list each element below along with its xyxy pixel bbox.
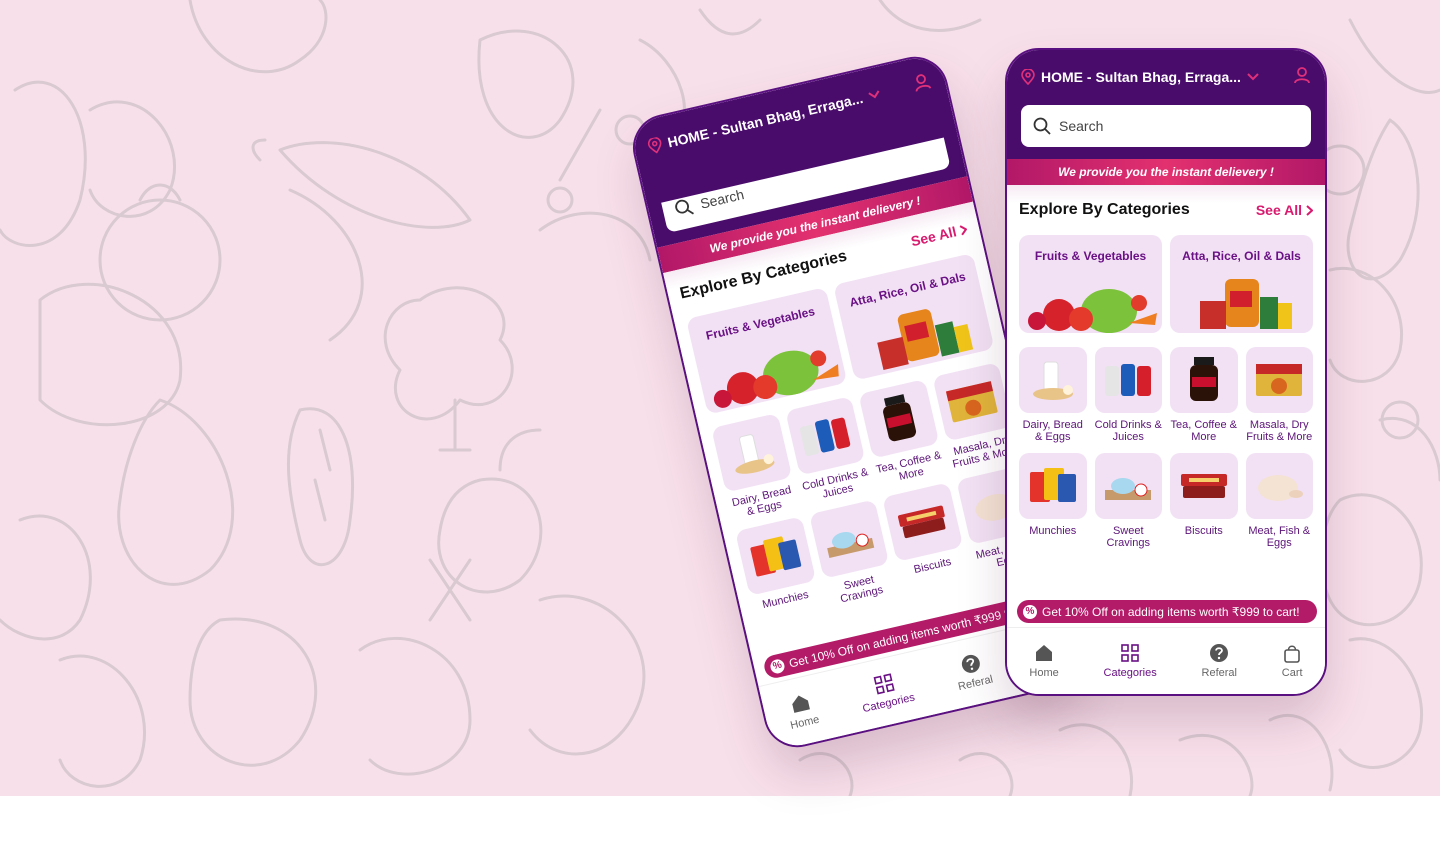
nav-label: Referal [1201,667,1237,679]
see-all-label: See All [1255,202,1302,218]
promo-text: Get 10% Off on adding items worth ₹999 t… [1042,604,1300,619]
bottom-navigation: Home Categories Referal Cart [1007,627,1325,694]
category-label: Sweet Cravings [1106,525,1150,549]
see-all-label: See All [909,223,958,250]
question-icon [1210,644,1229,662]
category-meat-fish[interactable]: Meat, Fish & Eggs [1245,453,1313,551]
nav-referal[interactable]: Referal [1202,643,1237,679]
category-label: Atta, Rice, Oil & Dals [1182,249,1301,263]
category-label: Biscuits [1184,525,1223,537]
discount-badge-icon: % [1023,604,1037,619]
category-dairy[interactable]: Dairy, Bread & Eggs [711,413,799,524]
biscuits-image [1180,474,1227,498]
grid-icon [1121,644,1139,662]
location-pin-icon [647,136,662,154]
section-title: Explore By Categories [1019,201,1190,218]
user-profile-icon[interactable] [1293,66,1311,89]
location-selector[interactable]: HOME - Sultan Bhag, Erraga... [1021,66,1311,88]
category-cold-drinks[interactable]: Cold Drinks & Juices [784,396,873,507]
category-label: Meat, Fish & Eggs [1248,525,1311,549]
bag-icon [1284,645,1300,663]
nav-label: Home [1029,667,1059,679]
chevron-down-icon [868,90,881,100]
category-tea-coffee[interactable]: Tea, Coffee & More [1170,347,1238,445]
user-profile-icon[interactable] [911,71,934,97]
cold-drinks-image [1105,364,1152,396]
category-label: Munchies [1029,525,1077,537]
discount-badge-icon: % [768,657,786,675]
categories-section: Explore By Categories See All Fruits & V… [1007,185,1325,551]
category-card-fruits-vegetables[interactable]: Fruits & Vegetables [1019,235,1162,333]
category-dairy[interactable]: Dairy, Bread & Eggs [1019,347,1087,445]
category-label: Cold Drinks & Juices [1094,419,1162,443]
app-header: HOME - Sultan Bhag, Erraga... Search [1007,50,1325,159]
coffee-jar-image [882,394,916,442]
category-label: Fruits & Vegetables [1034,249,1147,263]
category-sweet-cravings[interactable]: Sweet Cravings [1094,453,1162,551]
nav-referal[interactable]: Referal [952,650,995,694]
biscuits-image [897,505,946,539]
chips-image [1029,468,1076,502]
home-icon [1036,645,1053,661]
promo-banner[interactable]: % Get 10% Off on adding items worth ₹999 … [1017,600,1317,623]
search-placeholder: Search [1059,118,1104,134]
category-tea-coffee[interactable]: Tea, Coffee & More [858,379,946,490]
category-munchies[interactable]: Munchies [735,516,823,627]
grid-icon [873,673,895,695]
dairy-image [1032,361,1073,400]
home-icon [792,695,810,713]
search-input[interactable]: Search [1021,105,1311,147]
chevron-right-icon [959,224,968,235]
nav-label: Home [789,713,821,732]
nav-cart[interactable]: Cart [1282,643,1303,679]
nav-label: Cart [1281,667,1303,679]
category-biscuits[interactable]: Biscuits [882,482,970,593]
grocery-staples-image [1200,279,1292,329]
delivery-banner: We provide you the instant delievery ! [1007,159,1325,185]
nav-label: Referal [956,673,995,694]
nav-home[interactable]: Home [784,690,821,732]
location-pin-icon [1021,69,1035,85]
chevron-right-icon [1306,204,1313,216]
nav-label: Categories [861,691,917,716]
search-icon [675,199,694,215]
chicken-image [1258,475,1304,501]
category-masala[interactable]: Masala, Dry Fruits & More [1245,347,1313,445]
category-munchies[interactable]: Munchies [1019,453,1087,551]
nav-label: Categories [1103,667,1157,679]
category-cold-drinks[interactable]: Cold Drinks & Juices [1094,347,1162,445]
dairy-image [735,434,775,474]
question-icon [962,654,981,673]
ice-cream-image [827,531,875,558]
category-card-atta-rice-oil[interactable]: Atta, Rice, Oil & Dals [1170,235,1313,333]
cold-drinks-image [800,417,851,456]
category-label: Tea, Coffee & More [1170,419,1237,443]
masala-box-image [1256,364,1303,396]
vegetables-image [1028,289,1157,333]
location-text: HOME - Sultan Bhag, Erraga... [1041,69,1241,85]
category-label: Dairy, Bread & Eggs [1022,419,1083,443]
chevron-down-icon [1247,73,1259,81]
nav-home[interactable]: Home [1029,643,1059,679]
search-icon [1033,117,1051,135]
phone-mockup-front: HOME - Sultan Bhag, Erraga... Search We … [1005,48,1327,696]
chips-image [750,536,801,577]
nav-categories[interactable]: Categories [856,668,916,715]
see-all-link[interactable]: See All [909,221,968,249]
category-sweet-cravings[interactable]: Sweet Cravings [808,499,897,610]
coffee-jar-image [1189,357,1218,401]
ice-cream-image [1105,478,1152,500]
see-all-link[interactable]: See All [1256,202,1313,218]
nav-categories[interactable]: Categories [1104,643,1157,679]
category-biscuits[interactable]: Biscuits [1170,453,1238,551]
masala-box-image [946,381,998,423]
category-label: Masala, Dry Fruits & More [1246,419,1313,443]
